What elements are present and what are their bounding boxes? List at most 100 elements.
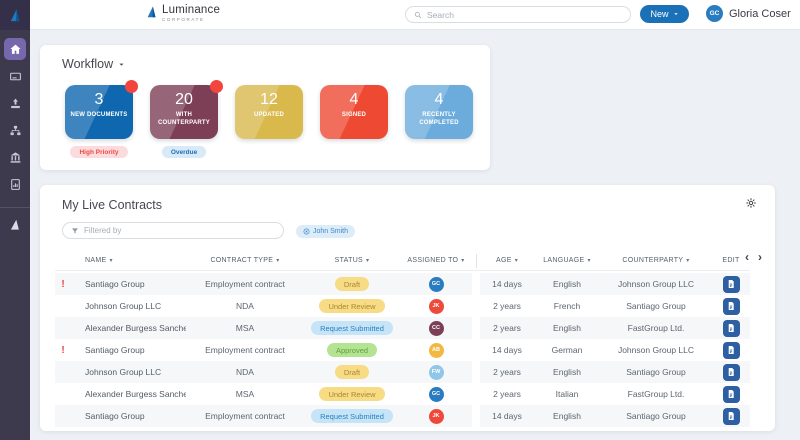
workflow-stat-recently-completed[interactable]: 4 RECENTLY COMPLETED <box>405 85 473 139</box>
priority-flag: ! <box>61 278 65 290</box>
edit-contract-button[interactable] <box>722 319 740 337</box>
close-circle-icon[interactable] <box>303 228 310 235</box>
settings-button[interactable] <box>745 197 757 209</box>
contracts-title: My Live Contracts <box>62 198 163 212</box>
upload-icon <box>9 97 22 110</box>
stat-value: 3 <box>94 91 104 108</box>
workflow-stat-signed[interactable]: 4 SIGNED <box>320 85 388 139</box>
sidebar-item-home[interactable] <box>4 38 26 60</box>
workflow-title-dropdown[interactable]: Workflow <box>62 57 125 71</box>
contract-row[interactable]: Santiago Group Employment contract Request… <box>55 405 750 427</box>
contract-type: Employment contract <box>205 411 285 421</box>
workflow-badge[interactable]: High Priority <box>70 146 128 158</box>
column-header-status[interactable]: STATUS ▾ <box>304 257 400 264</box>
stat-value: 20 <box>175 91 193 108</box>
sort-caret-icon: ▾ <box>686 258 690 264</box>
table-header: NAME ▾ CONTRACT TYPE ▾ STATUS ▾ ASSIGNED TO ▾ AG… <box>55 251 750 271</box>
contract-age: 2 years <box>493 389 521 399</box>
chevron-left-icon[interactable]: ‹ <box>745 251 749 263</box>
edit-cell <box>712 275 750 293</box>
edit-cell <box>712 407 750 425</box>
contract-row[interactable]: Johnson Group LLC NDA Under Review JK 2 year… <box>55 295 750 317</box>
sail-icon[interactable] <box>4 218 26 232</box>
status-cell: Request Submitted <box>304 321 400 335</box>
contract-type: Employment contract <box>205 279 285 289</box>
sidebar-item-hierarchy[interactable] <box>4 119 26 141</box>
contract-name: Alexander Burgess Sanchezz <box>85 389 186 399</box>
filter-box <box>62 222 284 239</box>
status-badge: Under Review <box>319 299 385 313</box>
workflow-stat-new-documents[interactable]: 3 NEW DOCUMENTS <box>65 80 138 139</box>
assignee-cell: GC <box>400 276 472 292</box>
contract-language: English <box>553 367 581 377</box>
column-header-assigned-to[interactable]: ASSIGNED TO ▾ <box>400 257 472 264</box>
contract-row[interactable]: Johnson Group LLC NDA Draft FW 2 years Englis… <box>55 361 750 383</box>
workflow-badge[interactable]: Overdue <box>161 146 207 158</box>
sidebar-item-documents[interactable] <box>4 65 26 87</box>
edit-cell <box>712 385 750 403</box>
search-input[interactable] <box>427 9 622 20</box>
filter-chip-label: John Smith <box>313 228 349 235</box>
row-divider <box>472 383 480 405</box>
workflow-stats: 3 NEW DOCUMENTS High Priority 20 WITH COUNTE… <box>65 80 473 158</box>
assignee-avatar: JK <box>428 298 444 314</box>
brand-name: Luminance <box>162 4 221 16</box>
assignee-avatar: AB <box>428 342 444 358</box>
column-header-language[interactable]: LANGUAGE ▾ <box>534 257 600 264</box>
edit-contract-button[interactable] <box>722 275 740 293</box>
new-button[interactable]: New <box>640 5 689 23</box>
global-search <box>405 6 631 23</box>
edit-contract-button[interactable] <box>722 407 740 425</box>
workflow-stat-with-counterparty[interactable]: 20 WITH COUNTERPARTY <box>150 80 223 139</box>
contract-name: Johnson Group LLC <box>85 301 162 311</box>
edit-contract-button[interactable] <box>722 363 740 381</box>
document-icon <box>726 279 736 289</box>
edit-contract-button[interactable] <box>722 297 740 315</box>
contract-language: English <box>553 323 581 333</box>
contract-language: French <box>553 301 581 311</box>
status-cell: Request Submitted <box>304 409 400 423</box>
document-icon <box>726 367 736 377</box>
contract-row[interactable]: ! Santiago Group Employment contract Draft G… <box>55 273 750 295</box>
sidebar-item-upload[interactable] <box>4 92 26 114</box>
edit-contract-button[interactable] <box>722 385 740 403</box>
contract-row[interactable]: Alexander Burgess Sanchezz MSA Under Revie… <box>55 383 750 405</box>
workflow-title: Workflow <box>62 57 114 71</box>
assignee-cell: FW <box>400 364 472 380</box>
status-cell: Under Review <box>304 387 400 401</box>
report-icon <box>9 178 22 191</box>
sidebar-item-organisation[interactable] <box>4 146 26 168</box>
assignee-cell: CC <box>400 320 472 336</box>
table-body: ! Santiago Group Employment contract Draft G… <box>55 273 750 427</box>
sidebar-item-reports[interactable] <box>4 173 26 195</box>
column-header-name[interactable]: NAME ▾ <box>71 257 186 264</box>
filter-chip[interactable]: John Smith <box>296 225 356 238</box>
assignee-cell: JK <box>400 408 472 424</box>
sidebar-nav <box>0 38 30 195</box>
edit-cell <box>712 341 750 359</box>
gear-icon <box>745 197 757 209</box>
workflow-stat-updated[interactable]: 12 UPDATED <box>235 85 303 139</box>
contract-age: 2 years <box>493 323 521 333</box>
contract-counterparty: Johnson Group LLC <box>617 345 695 355</box>
column-header-counterparty[interactable]: COUNTERPARTY ▾ <box>600 257 712 264</box>
assignee-cell: JK <box>400 298 472 314</box>
contract-name: Johnson Group LLC <box>85 367 162 377</box>
document-icon <box>726 301 736 311</box>
column-header-contract-type[interactable]: CONTRACT TYPE ▾ <box>186 257 304 264</box>
user-menu[interactable]: GC Gloria Coser <box>706 5 791 22</box>
chevron-right-icon[interactable]: › <box>758 251 762 263</box>
contract-age: 2 years <box>493 301 521 311</box>
filter-input[interactable] <box>84 226 275 235</box>
card-icon <box>9 70 22 83</box>
edit-cell <box>712 363 750 381</box>
app-logo[interactable] <box>0 0 30 30</box>
edit-contract-button[interactable] <box>722 341 740 359</box>
contracts-panel: My Live Contracts John Smith NAME▾CONTRA… <box>40 185 775 431</box>
brand-sail-icon <box>145 5 159 19</box>
contract-row[interactable]: Alexander Burgess Sanchezz MSA Request Sub… <box>55 317 750 339</box>
edit-cell <box>712 319 750 337</box>
contract-row[interactable]: ! Santiago Group Employment contract Approv… <box>55 339 750 361</box>
column-header-age[interactable]: AGE ▾ <box>480 257 534 264</box>
priority-flag: ! <box>61 344 65 356</box>
